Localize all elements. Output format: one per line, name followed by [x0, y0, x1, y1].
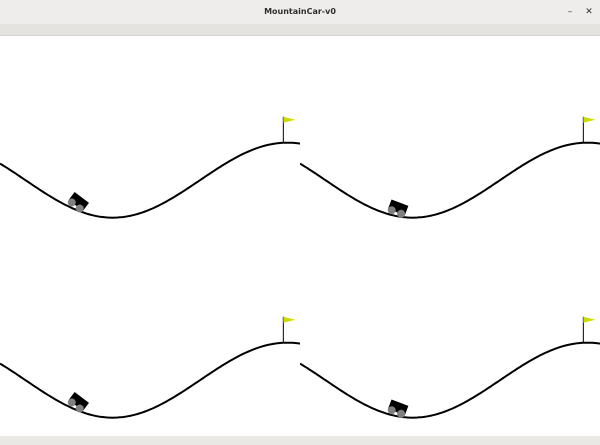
goal-flag-icon	[583, 116, 596, 123]
mountain-track	[300, 141, 600, 219]
car	[67, 392, 89, 413]
env-svg	[0, 116, 300, 219]
status-strip	[0, 436, 600, 445]
goal-flag-icon	[283, 116, 296, 123]
env-panel-bottom-left	[0, 236, 300, 436]
env-panel-top-right	[300, 36, 600, 236]
window-titlebar: MountainCar-v0 – ✕	[0, 0, 600, 24]
mountain-track	[0, 141, 300, 219]
toolbar-strip	[0, 24, 600, 36]
env-svg	[0, 316, 300, 419]
minimize-button[interactable]: –	[563, 0, 577, 24]
env-svg	[300, 316, 600, 419]
close-button[interactable]: ✕	[582, 0, 596, 24]
goal-flag-icon	[583, 316, 596, 323]
mountain-track	[300, 341, 600, 419]
car	[67, 192, 89, 213]
mountain-track	[0, 341, 300, 419]
render-canvas	[0, 36, 600, 436]
window-title: MountainCar-v0	[264, 7, 336, 16]
env-panel-bottom-right	[300, 236, 600, 436]
env-panel-top-left	[0, 36, 300, 236]
goal-flag-icon	[283, 316, 296, 323]
env-svg	[300, 116, 600, 219]
